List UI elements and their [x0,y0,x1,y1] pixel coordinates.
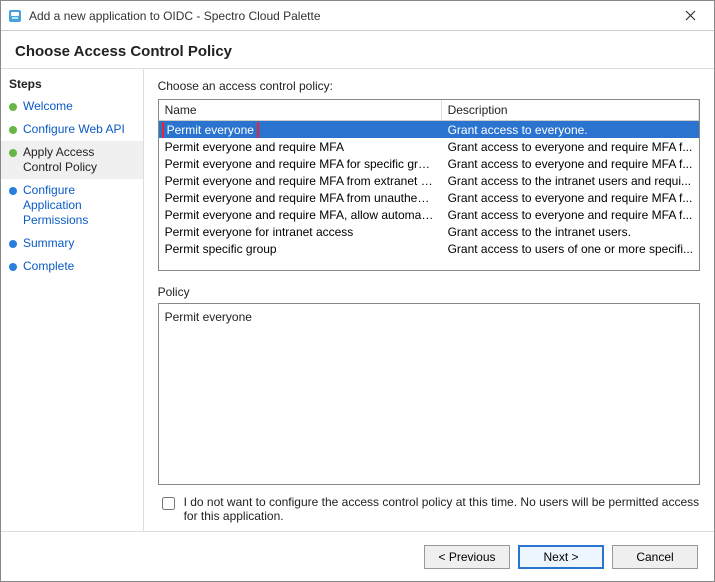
choose-policy-label: Choose an access control policy: [158,79,700,93]
main-content: Choose an access control policy: Name De… [144,69,714,531]
app-icon [7,8,23,24]
next-button[interactable]: Next > [518,545,604,569]
table-row[interactable]: Permit everyone and require MFA from ext… [159,172,699,189]
table-row[interactable]: Permit everyone and require MFA for spec… [159,155,699,172]
col-name[interactable]: Name [159,100,442,120]
step-label: Welcome [23,99,135,114]
next-label: Next > [543,550,578,564]
close-button[interactable] [672,4,708,28]
cell-desc: Grant access to everyone and require MFA… [442,207,699,223]
cell-name: Permit specific group [159,241,442,257]
cell-name: Permit everyone and require MFA from una… [159,190,442,206]
cell-name: Permit everyone for intranet access [159,224,442,240]
step-summary[interactable]: Summary [1,232,143,255]
table-body: Permit everyone Grant access to everyone… [159,121,699,257]
policy-label: Policy [158,285,700,299]
step-bullet-icon [9,149,17,157]
table-row[interactable]: Permit everyone for intranet access Gran… [159,223,699,240]
cell-desc: Grant access to the intranet users. [442,224,699,240]
body: Steps Welcome Configure Web API Apply Ac… [1,68,714,531]
opt-out-row[interactable]: I do not want to configure the access co… [158,495,700,523]
table-row[interactable]: Permit specific group Grant access to us… [159,240,699,257]
policy-text: Permit everyone [165,310,252,324]
step-bullet-icon [9,126,17,134]
step-apply-access-control-policy[interactable]: Apply Access Control Policy [1,141,143,179]
table-header: Name Description [159,100,699,121]
cancel-button[interactable]: Cancel [612,545,698,569]
step-welcome[interactable]: Welcome [1,95,143,118]
step-configure-web-api[interactable]: Configure Web API [1,118,143,141]
table-row[interactable]: Permit everyone and require MFA Grant ac… [159,138,699,155]
opt-out-label: I do not want to configure the access co… [184,495,700,523]
step-label: Complete [23,259,135,274]
cell-desc: Grant access to everyone and require MFA… [442,156,699,172]
heading-row: Choose Access Control Policy [1,31,714,68]
step-label: Apply Access Control Policy [23,145,135,175]
footer: < Previous Next > Cancel [1,531,714,581]
previous-button[interactable]: < Previous [424,545,510,569]
cell-desc: Grant access to users of one or more spe… [442,241,699,257]
step-complete[interactable]: Complete [1,255,143,278]
cell-name: Permit everyone [159,122,442,138]
page-heading: Choose Access Control Policy [15,43,700,60]
cell-desc: Grant access to everyone and require MFA… [442,190,699,206]
cell-name: Permit everyone and require MFA, allow a… [159,207,442,223]
step-label: Summary [23,236,135,251]
titlebar: Add a new application to OIDC - Spectro … [1,1,714,31]
cell-desc: Grant access to everyone and require MFA… [442,139,699,155]
steps-header: Steps [1,75,143,95]
step-label: Configure Web API [23,122,135,137]
step-configure-application-permissions[interactable]: Configure Application Permissions [1,179,143,232]
cell-name: Permit everyone and require MFA from ext… [159,173,442,189]
cancel-label: Cancel [636,550,673,564]
cell-desc: Grant access to the intranet users and r… [442,173,699,189]
highlight-box: Permit everyone [165,123,256,137]
cell-desc: Grant access to everyone. [442,122,699,138]
table-row[interactable]: Permit everyone Grant access to everyone… [159,121,699,138]
step-bullet-icon [9,263,17,271]
policy-textbox[interactable]: Permit everyone [158,303,700,485]
opt-out-checkbox[interactable] [162,497,175,510]
steps-sidebar: Steps Welcome Configure Web API Apply Ac… [1,69,144,531]
col-description[interactable]: Description [442,100,699,120]
cell-name: Permit everyone and require MFA [159,139,442,155]
policy-table[interactable]: Name Description Permit everyone Grant a… [158,99,700,271]
previous-label: < Previous [438,550,495,564]
step-label: Configure Application Permissions [23,183,135,228]
titlebar-title: Add a new application to OIDC - Spectro … [29,9,672,23]
table-row[interactable]: Permit everyone and require MFA from una… [159,189,699,206]
step-bullet-icon [9,240,17,248]
cell-name: Permit everyone and require MFA for spec… [159,156,442,172]
table-row[interactable]: Permit everyone and require MFA, allow a… [159,206,699,223]
step-bullet-icon [9,187,17,195]
step-bullet-icon [9,103,17,111]
dialog-window: Add a new application to OIDC - Spectro … [0,0,715,582]
